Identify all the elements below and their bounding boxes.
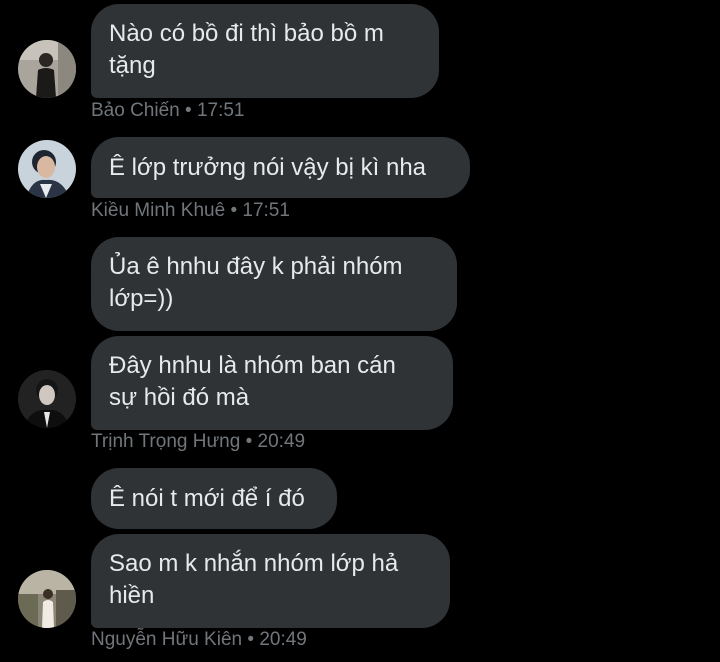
avatar-bao-chien[interactable] — [18, 40, 76, 98]
sender-name[interactable]: Bảo Chiến — [91, 100, 180, 121]
avatar-trinh-trong-hung[interactable] — [18, 370, 76, 428]
message-meta: Nguyễn Hữu Kiên • 20:49 — [91, 629, 307, 651]
message-meta: Kiều Minh Khuê • 17:51 — [91, 200, 290, 222]
message-time: 20:49 — [259, 629, 307, 650]
message-meta: Trịnh Trọng Hưng • 20:49 — [91, 431, 305, 453]
meta-separator: • — [247, 629, 255, 650]
message-bubble[interactable]: Ê lớp trưởng nói vậy bị kì nha — [91, 137, 470, 198]
avatar-nguyen-huu-kien[interactable] — [18, 570, 76, 628]
sender-name[interactable]: Nguyễn Hữu Kiên — [91, 629, 242, 650]
meta-separator: • — [230, 200, 238, 221]
message-bubble[interactable]: Ủa ê hnhu đây k phải nhóm lớp=)) — [91, 237, 457, 331]
sender-name[interactable]: Kiều Minh Khuê — [91, 200, 225, 221]
message-bubble[interactable]: Nào có bồ đi thì bảo bồ m tặng — [91, 4, 439, 98]
avatar-kieu-minh-khue[interactable] — [18, 140, 76, 198]
sender-name[interactable]: Trịnh Trọng Hưng — [91, 431, 240, 452]
message-meta: Bảo Chiến • 17:51 — [91, 100, 245, 122]
message-bubble[interactable]: Đây hnhu là nhóm ban cán sự hồi đó mà — [91, 336, 453, 430]
meta-separator: • — [185, 100, 192, 121]
message-time: 20:49 — [257, 431, 306, 452]
message-time: 17:51 — [196, 100, 245, 121]
message-bubble[interactable]: Sao m k nhắn nhóm lớp hả hiền — [91, 534, 450, 628]
message-time: 17:51 — [242, 200, 290, 221]
meta-separator: • — [245, 431, 253, 452]
message-bubble[interactable]: Ê nói t mới để í đó — [91, 468, 337, 529]
